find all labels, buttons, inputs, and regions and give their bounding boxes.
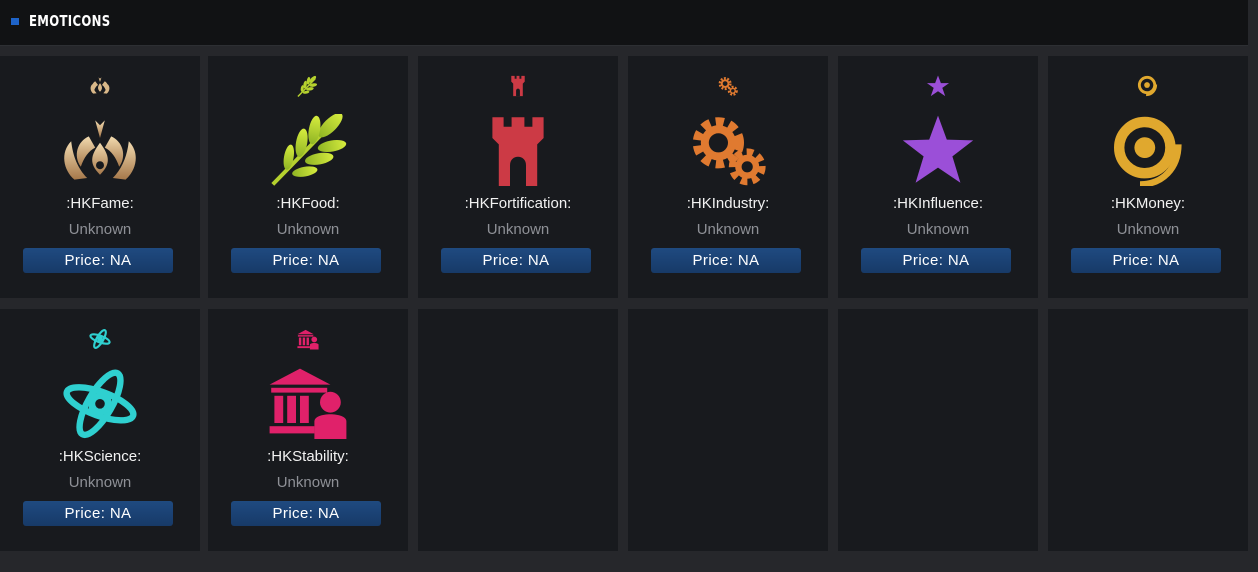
price-button[interactable]: Price: NA — [1071, 248, 1221, 273]
emoticon-card-fortification: :HKFortification: Unknown Price: NA — [418, 56, 618, 298]
emoticon-name: :HKScience: — [58, 448, 142, 465]
emoticon-card-stability: :HKStability: Unknown Price: NA — [208, 309, 408, 551]
emoticon-name: :HKFood: — [276, 195, 340, 212]
fame-small-icon — [88, 74, 112, 98]
industry-small-icon — [716, 74, 740, 98]
empty-card — [418, 309, 618, 551]
emoticon-name: :HKInfluence: — [892, 195, 984, 212]
header-square-icon — [11, 18, 19, 25]
price-button[interactable]: Price: NA — [231, 501, 381, 526]
science-atom-icon — [60, 367, 140, 439]
emoticon-card-fame: :HKFame: Unknown Price: NA — [0, 56, 200, 298]
emoticon-status: Unknown — [276, 221, 340, 238]
influence-small-icon — [926, 74, 950, 98]
emoticon-name: :HKFortification: — [464, 195, 572, 212]
price-button[interactable]: Price: NA — [23, 248, 173, 273]
fame-icon — [60, 114, 140, 186]
influence-star-icon — [898, 114, 978, 186]
price-button[interactable]: Price: NA — [861, 248, 1011, 273]
food-wheat-icon — [268, 114, 348, 186]
empty-card — [628, 309, 828, 551]
fortification-small-icon — [506, 74, 530, 98]
empty-card — [1048, 309, 1248, 551]
emoticon-status: Unknown — [68, 221, 132, 238]
money-small-icon — [1136, 74, 1160, 98]
emoticon-status: Unknown — [276, 474, 340, 491]
emoticon-name: :HKStability: — [267, 448, 349, 465]
industry-gears-icon — [688, 114, 768, 186]
emoticon-card-industry: :HKIndustry: Unknown Price: NA — [628, 56, 828, 298]
food-small-icon — [296, 74, 320, 98]
stability-icon — [268, 367, 348, 439]
emoticon-card-money: :HKMoney: Unknown Price: NA — [1048, 56, 1248, 298]
money-coin-icon — [1108, 114, 1188, 186]
emoticon-card-influence: :HKInfluence: Unknown Price: NA — [838, 56, 1038, 298]
emoticon-name: :HKIndustry: — [686, 195, 770, 212]
fortification-tower-icon — [478, 114, 558, 186]
price-button[interactable]: Price: NA — [651, 248, 801, 273]
science-small-icon — [88, 327, 112, 351]
emoticon-card-food: :HKFood: Unknown Price: NA — [208, 56, 408, 298]
price-button[interactable]: Price: NA — [23, 501, 173, 526]
emoticon-status: Unknown — [906, 221, 970, 238]
price-button[interactable]: Price: NA — [231, 248, 381, 273]
emoticon-status: Unknown — [486, 221, 550, 238]
emoticon-name: :HKFame: — [66, 195, 134, 212]
empty-card — [838, 309, 1038, 551]
emoticon-card-science: :HKScience: Unknown Price: NA — [0, 309, 200, 551]
stability-small-icon — [296, 327, 320, 351]
emoticon-status: Unknown — [1116, 221, 1180, 238]
price-button[interactable]: Price: NA — [441, 248, 591, 273]
emoticon-status: Unknown — [696, 221, 760, 238]
emoticon-name: :HKMoney: — [1110, 195, 1186, 212]
emoticon-status: Unknown — [68, 474, 132, 491]
section-title: EMOTICONS — [29, 12, 111, 30]
section-header: EMOTICONS — [0, 0, 1248, 46]
